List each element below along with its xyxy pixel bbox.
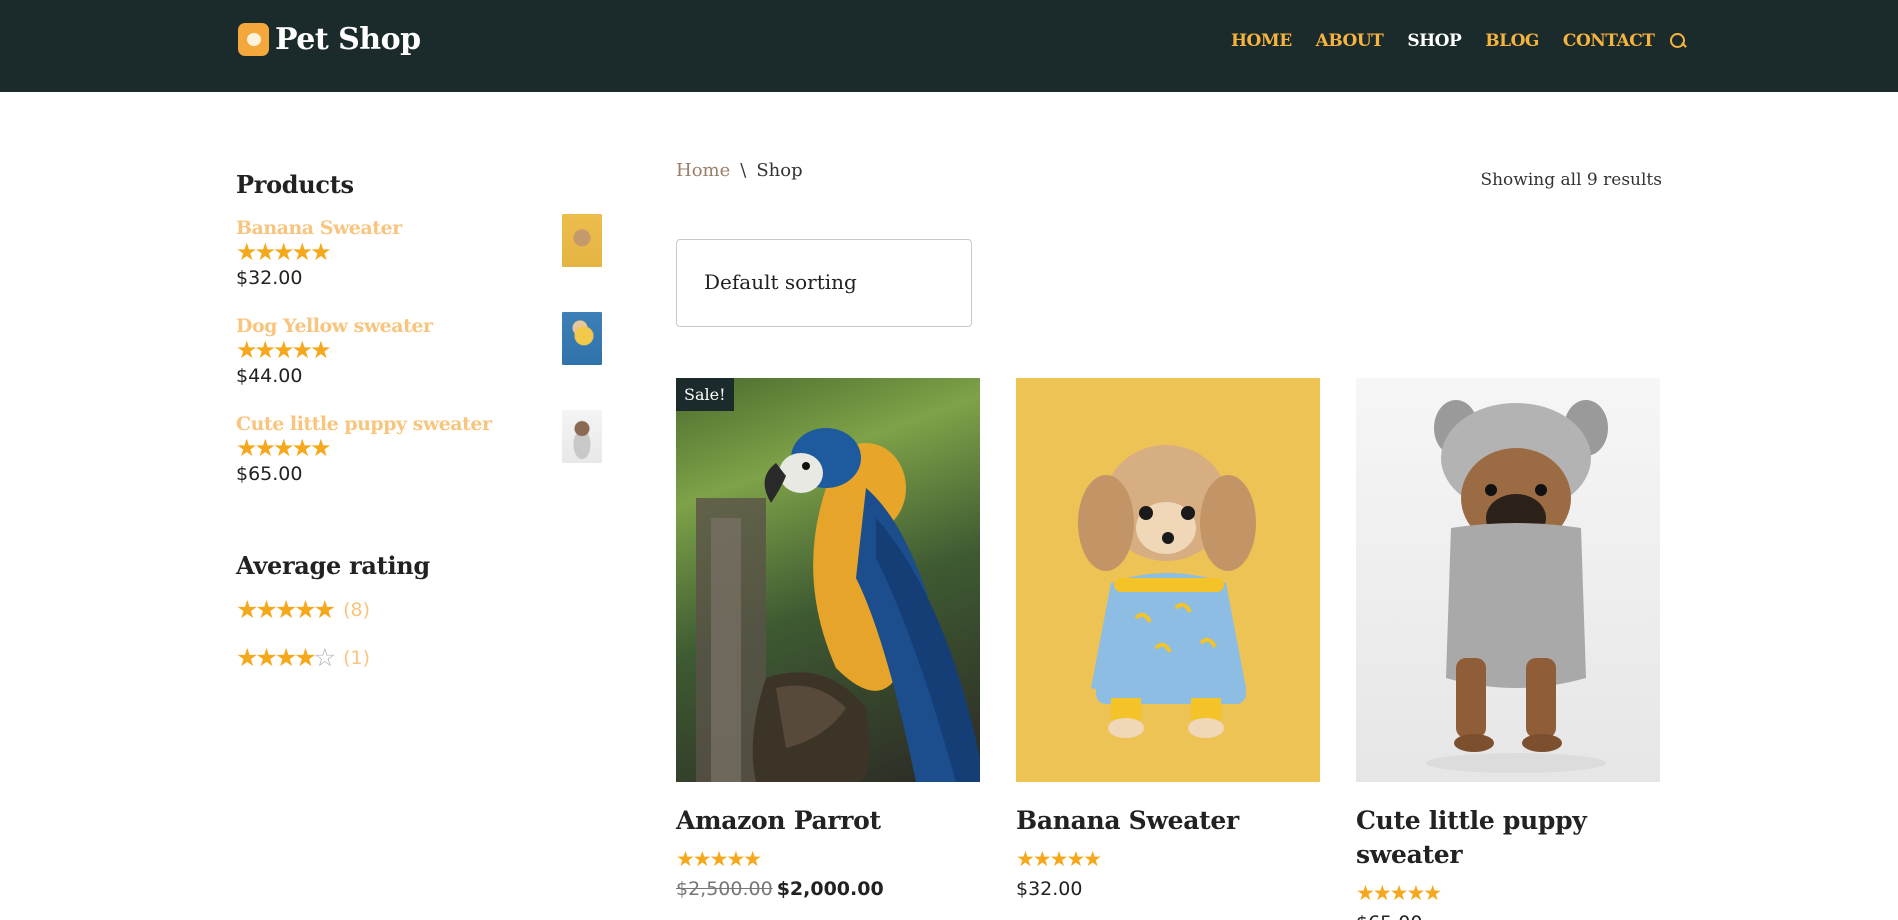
paw-logo-icon	[238, 23, 269, 56]
breadcrumb-separator: \	[740, 160, 747, 181]
sidebar-product-price: $65.00	[236, 463, 303, 485]
logo-text: Pet Shop	[275, 22, 421, 57]
sort-select[interactable]: Default sorting	[676, 239, 972, 327]
product-price: $2,500.00 $2,000.00	[676, 878, 980, 900]
nav-contact[interactable]: CONTACT	[1563, 31, 1655, 51]
star-rating: ★★★★★	[236, 336, 332, 364]
site-header: Pet Shop HOME ABOUT SHOP BLOG CONTACT	[0, 0, 1898, 92]
sidebar-product: Cute little puppy sweater ★★★★★ $65.00	[236, 410, 602, 511]
product-image[interactable]: Sale!	[676, 378, 980, 782]
breadcrumb-home[interactable]: Home	[676, 160, 730, 181]
product-title[interactable]: Cute little puppy sweater	[1356, 804, 1660, 872]
star-rating: ★★★★★	[236, 238, 332, 266]
product-card[interactable]: Sale! Amazon Parrot ★★★★★ $2,500.00 $2,00…	[676, 378, 980, 920]
star-rating: ★★★★★	[236, 595, 336, 624]
star-rating: ★★★★★	[236, 434, 332, 462]
main-nav: HOME ABOUT SHOP BLOG CONTACT	[1231, 31, 1688, 51]
old-price: $2,500.00	[676, 878, 773, 900]
breadcrumb-current: Shop	[756, 160, 803, 181]
search-icon[interactable]	[1668, 31, 1688, 51]
product-title[interactable]: Amazon Parrot	[676, 804, 980, 838]
sidebar-product: Banana Sweater ★★★★★ $32.00	[236, 214, 602, 315]
sidebar-product-list: Banana Sweater ★★★★★ $32.00 Dog Yellow s…	[236, 214, 602, 511]
sidebar-product: Dog Yellow sweater ★★★★★ $44.00	[236, 312, 602, 413]
star-rating: ★★★★★	[676, 847, 762, 871]
product-thumbnail[interactable]	[562, 410, 602, 463]
parrot-illustration	[696, 428, 980, 782]
pug-illustration	[1426, 400, 1608, 773]
logo[interactable]: Pet Shop	[238, 22, 421, 57]
sidebar-product-link[interactable]: Cute little puppy sweater	[236, 413, 602, 435]
sidebar-product-link[interactable]: Dog Yellow sweater	[236, 315, 602, 337]
sale-price: $2,000.00	[776, 878, 884, 900]
star-rating: ★★★★★	[1356, 881, 1442, 905]
result-count: Showing all 9 results	[1480, 170, 1662, 190]
product-thumbnail[interactable]	[562, 214, 602, 267]
nav-about[interactable]: ABOUT	[1316, 31, 1384, 51]
product-grid: Sale! Amazon Parrot ★★★★★ $2,500.00 $2,00…	[676, 378, 1660, 920]
nav-shop[interactable]: SHOP	[1407, 31, 1461, 51]
star-rating: ★★★★★	[1016, 847, 1102, 871]
sidebar-product-price: $44.00	[236, 365, 303, 387]
rating-filter-5[interactable]: ★★★★★ (8)	[236, 592, 602, 628]
dog-illustration	[1078, 445, 1256, 738]
nav-blog[interactable]: BLOG	[1485, 31, 1539, 51]
rating-count: (8)	[343, 599, 370, 621]
product-price: $32.00	[1016, 878, 1083, 900]
average-rating-title: Average rating	[236, 551, 430, 580]
shop-main: Home \ Shop Showing all 9 results Defaul…	[676, 160, 1662, 920]
product-card[interactable]: Banana Sweater ★★★★★ $32.00	[1016, 378, 1320, 920]
sidebar: Products Banana Sweater ★★★★★ $32.00 Dog…	[236, 170, 602, 676]
sale-badge: Sale!	[676, 378, 734, 411]
product-thumbnail[interactable]	[562, 312, 602, 365]
sidebar-product-link[interactable]: Banana Sweater	[236, 217, 602, 239]
product-image[interactable]	[1016, 378, 1320, 782]
sidebar-product-price: $32.00	[236, 267, 303, 289]
product-image[interactable]	[1356, 378, 1660, 782]
rating-count: (1)	[343, 647, 370, 669]
rating-filter-4[interactable]: ★★★★☆ (1)	[236, 640, 602, 676]
product-card[interactable]: Cute little puppy sweater ★★★★★ $65.00	[1356, 378, 1660, 920]
products-widget-title: Products	[236, 170, 354, 199]
product-price: $65.00	[1356, 912, 1660, 920]
nav-home[interactable]: HOME	[1231, 31, 1292, 51]
star-rating: ★★★★☆	[236, 643, 336, 672]
product-title[interactable]: Banana Sweater	[1016, 804, 1320, 838]
